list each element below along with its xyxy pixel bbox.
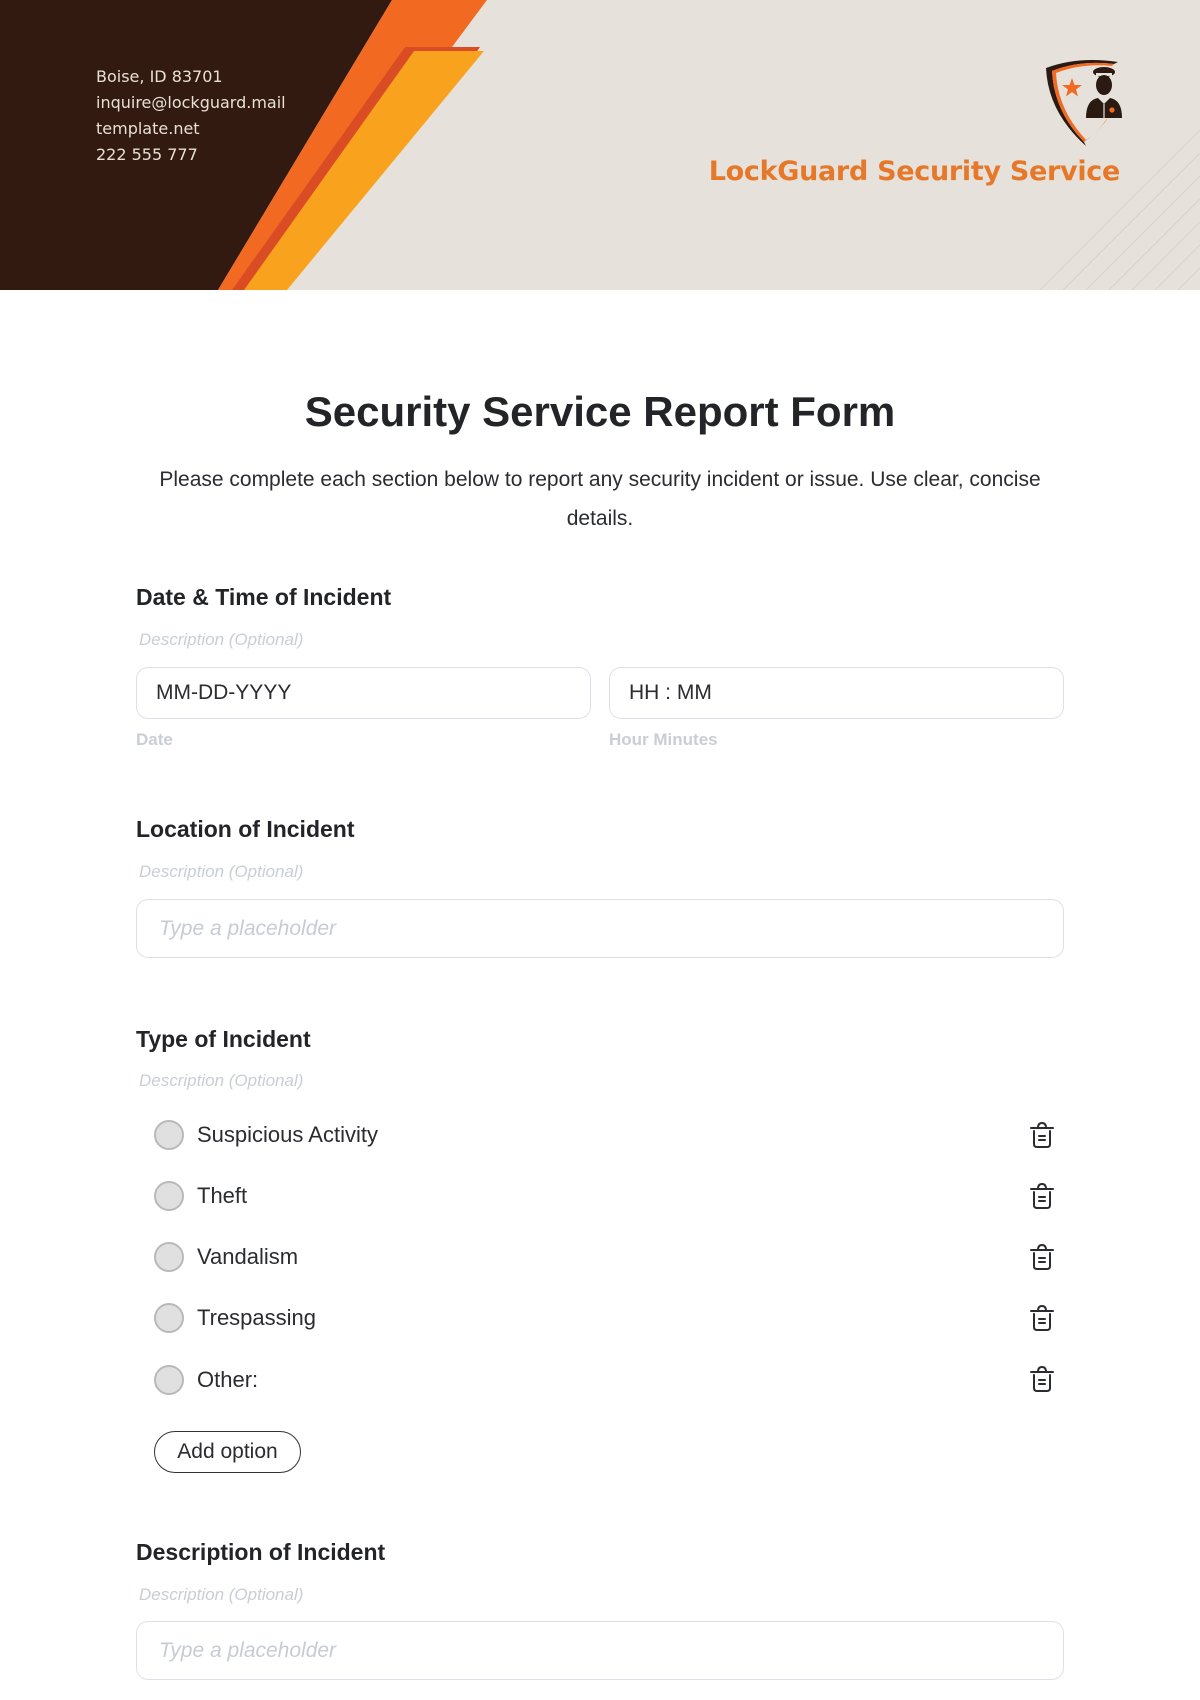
contact-info: Boise, ID 83701 inquire@lockguard.mail t…: [96, 64, 286, 168]
type-section-title: Type of Incident: [136, 1026, 311, 1052]
radio-button[interactable]: [154, 1303, 184, 1333]
form-subtitle: Please complete each section below to re…: [159, 468, 1041, 530]
location-description[interactable]: Description (Optional): [139, 862, 303, 882]
radio-button[interactable]: [154, 1120, 184, 1150]
date-input[interactable]: MM-DD-YYYY: [136, 667, 591, 719]
description-section-title: Description of Incident: [136, 1539, 386, 1565]
trash-icon[interactable]: [1028, 1181, 1056, 1211]
description-input[interactable]: Type a placeholder: [136, 1621, 1064, 1680]
radio-button[interactable]: [154, 1242, 184, 1272]
trash-icon[interactable]: [1028, 1303, 1056, 1333]
option-suspicious-activity[interactable]: Suspicious Activity: [154, 1118, 1054, 1152]
contact-email: inquire@lockguard.mail: [96, 93, 286, 112]
contact-address: Boise, ID 83701: [96, 67, 223, 86]
option-label: Trespassing: [197, 1305, 317, 1330]
location-input[interactable]: Type a placeholder: [136, 899, 1064, 958]
time-input-value: HH : MM: [629, 681, 712, 704]
datetime-section-title: Date & Time of Incident: [136, 584, 392, 610]
datetime-description[interactable]: Description (Optional): [139, 630, 303, 650]
time-sublabel: Hour Minutes: [609, 730, 718, 749]
option-label: Other:: [197, 1367, 259, 1392]
diagonal-lines: [1039, 129, 1200, 290]
description-input-placeholder: Type a placeholder: [159, 1638, 337, 1662]
option-trespassing[interactable]: Trespassing: [154, 1301, 1054, 1335]
trash-icon[interactable]: [1028, 1120, 1056, 1150]
location-section-title: Location of Incident: [136, 816, 355, 842]
letterhead-header: Boise, ID 83701 inquire@lockguard.mail t…: [0, 0, 1200, 290]
option-label: Vandalism: [197, 1244, 299, 1269]
brand-name: LockGuard Security Service: [708, 156, 1121, 187]
time-input[interactable]: HH : MM: [609, 667, 1064, 719]
date-input-value: MM-DD-YYYY: [156, 681, 292, 704]
radio-button[interactable]: [154, 1181, 184, 1211]
contact-website: template.net: [96, 119, 200, 138]
option-label: Suspicious Activity: [197, 1122, 378, 1147]
location-input-placeholder: Type a placeholder: [159, 916, 337, 940]
security-guard-shield-icon: [1046, 60, 1122, 146]
trash-icon[interactable]: [1028, 1242, 1056, 1272]
form-title: Security Service Report Form: [304, 388, 896, 435]
add-option-button[interactable]: Add option: [154, 1431, 301, 1473]
contact-phone: 222 555 777: [96, 145, 198, 164]
option-label: Theft: [197, 1183, 248, 1208]
date-sublabel: Date: [136, 730, 173, 749]
option-theft[interactable]: Theft: [154, 1179, 1054, 1213]
radio-button[interactable]: [154, 1365, 184, 1395]
option-vandalism[interactable]: Vandalism: [154, 1240, 1054, 1274]
option-other[interactable]: Other:: [154, 1363, 1054, 1397]
description-description[interactable]: Description (Optional): [139, 1585, 303, 1605]
trash-icon[interactable]: [1028, 1364, 1056, 1394]
type-description[interactable]: Description (Optional): [139, 1071, 303, 1091]
